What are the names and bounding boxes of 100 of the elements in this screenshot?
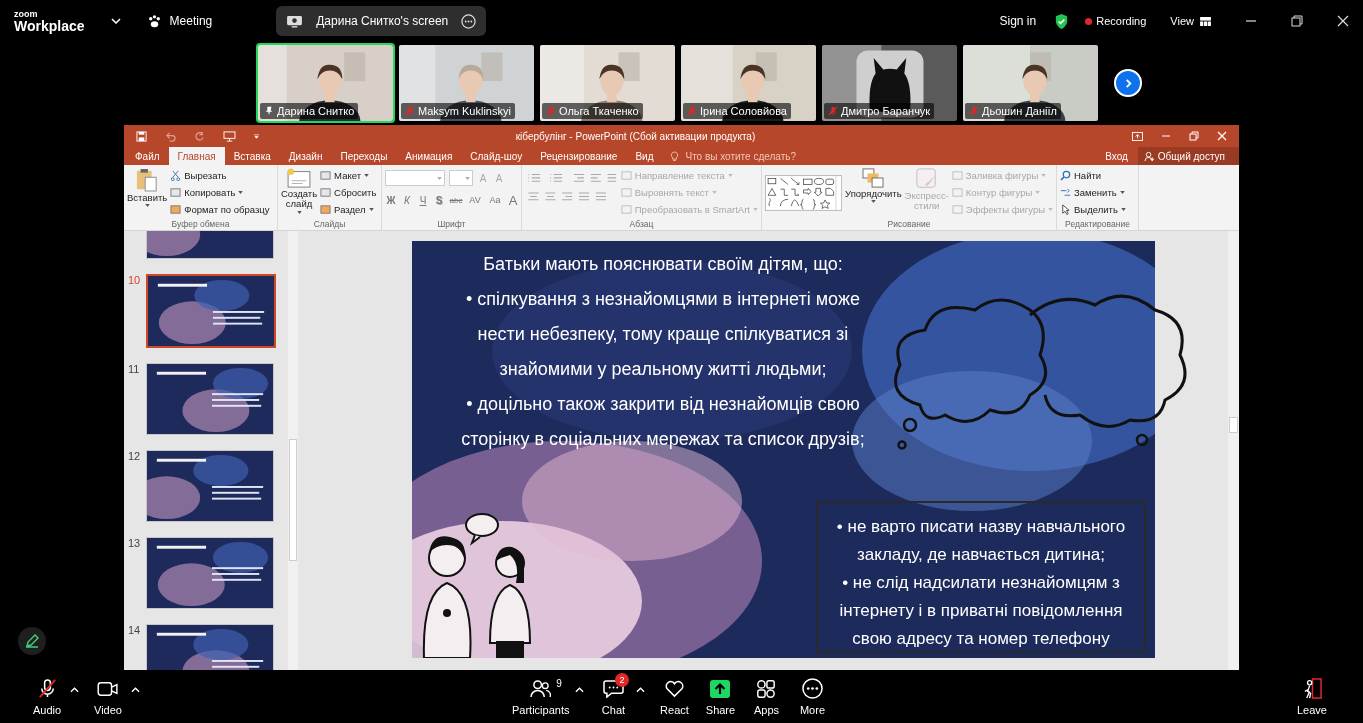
participant-name: Дарина Снитко — [277, 105, 355, 117]
leave-button[interactable]: Leave — [1289, 677, 1335, 716]
ribbon-tab[interactable]: Переходы — [331, 147, 397, 165]
annotate-button[interactable] — [18, 627, 46, 655]
arrange-icon — [862, 168, 885, 188]
ribbon-button[interactable]: Сбросить — [320, 185, 378, 200]
ribbon-tab[interactable]: Слайд-шоу — [461, 147, 532, 165]
restore-icon[interactable] — [1189, 131, 1199, 141]
shared-screen-button[interactable]: Дарина Снитко's screen — [276, 6, 487, 36]
ribbon-tab[interactable]: Главная — [168, 147, 225, 165]
sign-in-link[interactable]: Sign in — [999, 14, 1037, 28]
ribbon-button[interactable]: Формат по образцу — [170, 202, 270, 217]
slide-thumbnail[interactable] — [146, 450, 274, 522]
participant-name: Maksym Kuklinskyi — [418, 105, 511, 117]
slide-thumbnail[interactable] — [146, 274, 276, 348]
ribbon-tab[interactable]: Вставка — [224, 147, 280, 165]
camera-icon — [97, 680, 119, 697]
ribbon-button[interactable]: Вставить — [127, 168, 168, 208]
caret-icon — [296, 210, 302, 214]
view-button[interactable]: View — [1170, 15, 1211, 27]
format-button[interactable]: AV — [467, 195, 483, 205]
group-label: Буфер обмена — [170, 219, 231, 230]
caret-icon[interactable] — [110, 18, 121, 24]
video-tile[interactable]: Ольга Ткаченко — [538, 43, 677, 123]
video-tile[interactable]: Ірина Соловйова — [679, 43, 818, 123]
tell-me-field[interactable]: Что вы хотите сделать? — [670, 147, 818, 165]
ribbon-tab[interactable]: Анимация — [396, 147, 462, 165]
ribbon-tab[interactable]: Файл — [126, 147, 169, 165]
font-size-field[interactable] — [449, 170, 473, 186]
caret-icon[interactable] — [131, 686, 140, 693]
caret-icon[interactable] — [636, 686, 646, 693]
presentation-icon[interactable] — [223, 130, 236, 142]
ribbon-button[interactable]: Вырезать — [170, 168, 270, 183]
customize-icon[interactable] — [254, 133, 259, 139]
meeting-button[interactable]: Meeting — [146, 13, 213, 29]
ribbon-command-icon — [620, 170, 632, 181]
toolbar-button[interactable]: Apps — [743, 677, 790, 716]
ribbon-command-icon — [320, 170, 332, 181]
next-page-button[interactable] — [1114, 69, 1142, 97]
ribbon-button[interactable]: Копировать — [170, 185, 270, 200]
toolbar-button[interactable]: 9 Participants — [506, 677, 576, 716]
caret-icon — [1119, 191, 1125, 194]
people-icon — [530, 679, 552, 698]
pin-icon — [264, 106, 274, 116]
font-name-field[interactable] — [385, 170, 445, 186]
format-button[interactable]: abc — [449, 195, 463, 205]
group-label: Редактирование — [1064, 219, 1131, 230]
ribbon-command-icon — [1060, 187, 1071, 198]
format-button[interactable]: S — [433, 194, 445, 206]
video-tile[interactable]: Дьошин Даніїл — [961, 43, 1100, 123]
sign-in-link[interactable]: Вход — [1105, 150, 1128, 162]
toolbar-button[interactable]: Audio — [24, 677, 70, 716]
scrollbar[interactable] — [1228, 231, 1239, 670]
ribbon-button[interactable]: Создать слайд — [281, 168, 318, 214]
caret-icon[interactable] — [575, 686, 585, 693]
close-icon[interactable] — [1337, 15, 1349, 27]
toolbar-button[interactable]: More — [789, 677, 836, 716]
ribbon-button[interactable]: Раздел — [320, 202, 378, 217]
participant-name: Ірина Соловйова — [700, 105, 787, 117]
caret-icon — [753, 208, 758, 211]
slide-thumbnail[interactable] — [146, 363, 274, 435]
video-tile[interactable]: Дмитро Баранчук — [820, 43, 959, 123]
format-button[interactable]: Ж — [385, 194, 397, 206]
ribbon-button[interactable]: Заменить — [1060, 185, 1126, 200]
restore-icon[interactable] — [1291, 15, 1303, 27]
caret-icon — [238, 191, 244, 194]
ribbon-command-icon — [170, 170, 182, 181]
ribbon-button[interactable]: Найти — [1060, 168, 1126, 183]
group-label: Рисование — [886, 219, 932, 230]
group-label: Шрифт — [436, 219, 467, 230]
ribbon-command-icon — [170, 187, 182, 198]
slide-thumbnail[interactable] — [146, 537, 274, 609]
share-button[interactable]: Общий доступ — [1137, 147, 1239, 165]
format-button[interactable]: Aa — [487, 195, 503, 205]
save-icon[interactable] — [136, 130, 147, 142]
ribbon-tab[interactable]: Вид — [626, 147, 663, 165]
shield-icon[interactable] — [1054, 12, 1070, 30]
format-button[interactable]: Ч — [417, 194, 429, 206]
format-button[interactable]: К — [401, 194, 413, 206]
video-tile[interactable]: Дарина Снитко — [256, 43, 395, 123]
ribbon-button[interactable]: Макет — [320, 168, 378, 183]
ribbon-command-icon — [1060, 170, 1071, 181]
caret-icon — [727, 174, 733, 177]
toolbar-button[interactable]: Share — [697, 677, 744, 716]
person-add-icon — [1143, 150, 1155, 162]
ribbon-tab[interactable]: Дизайн — [279, 147, 332, 165]
scrollbar[interactable] — [288, 231, 298, 670]
format-button[interactable]: A — [507, 192, 518, 208]
arrange-button[interactable]: Упорядочить — [845, 168, 902, 204]
toolbar-button[interactable]: React — [651, 677, 698, 716]
toolbar-button[interactable]: Video — [85, 677, 131, 716]
slide-text: • не варто писати назву навчального закладу, де навчається дитина; — [835, 516, 1127, 566]
caret-icon[interactable] — [70, 686, 79, 693]
slide-text: • спілкування з незнайомцями в інтернеті може нести небезпеку, тому краще спілкуватися зі знайомими у реальному житті людьми; — [465, 288, 861, 381]
video-tile[interactable]: Maksym Kuklinskyi — [397, 43, 536, 123]
recording-button[interactable]: Recording — [1085, 15, 1147, 27]
ribbon-tab[interactable]: Рецензирование — [531, 147, 627, 165]
ribbon-display-icon[interactable] — [1132, 131, 1143, 141]
group-label: Абзац — [628, 219, 655, 230]
ribbon-button[interactable]: Выделить — [1060, 202, 1126, 217]
